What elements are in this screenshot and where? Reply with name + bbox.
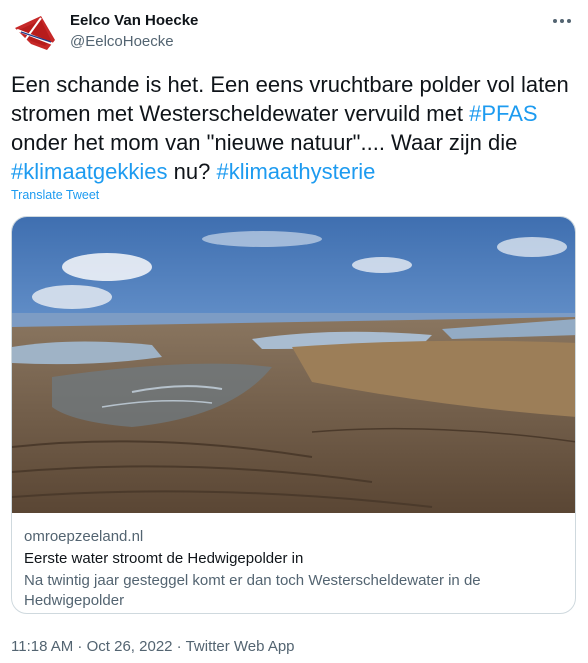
hashtag-klimaathysterie-link[interactable]: #klimaathysterie [216,159,375,184]
author-handle[interactable]: @EelcoHoecke [70,33,174,50]
card-description: Na twintig jaar gesteggel komt er dan to… [24,572,481,609]
link-preview-card[interactable]: omroepzeeland.nl Eerste water stroomt de… [11,216,576,614]
card-meta: omroepzeeland.nl Eerste water stroomt de… [24,527,564,611]
tweet-source-link[interactable]: Twitter Web App [186,638,295,655]
tweet-text-part: nu? [167,159,217,184]
hashtag-pfas-link[interactable]: #PFAS [469,101,537,126]
hashtag-klimaatgekkies-link[interactable]: #klimaatgekkies [11,159,168,184]
flag-avatar-icon [11,10,59,58]
card-domain: omroepzeeland.nl [24,528,144,545]
author-name[interactable]: Eelco Van Hoecke [70,12,198,29]
footer-separator: · [172,638,186,655]
tweet-time-link[interactable]: 11:18 AM [11,638,73,655]
more-horizontal-icon [553,19,571,23]
tweet-date-link[interactable]: Oct 26, 2022 [87,638,173,655]
more-options-button[interactable] [546,10,578,32]
tweet-text: Een schande is het. Een eens vruchtbare … [11,70,577,186]
avatar[interactable] [11,10,59,58]
footer-separator: · [73,638,87,655]
tweet-footer: 11:18 AM · Oct 26, 2022 · Twitter Web Ap… [11,638,295,655]
translate-tweet-link[interactable]: Translate Tweet [11,188,99,202]
card-image [12,217,575,513]
tweet-text-part: onder het mom van "nieuwe natuur".... Wa… [11,130,518,155]
card-title: Eerste water stroomt de Hedwigepolder in [24,550,304,567]
